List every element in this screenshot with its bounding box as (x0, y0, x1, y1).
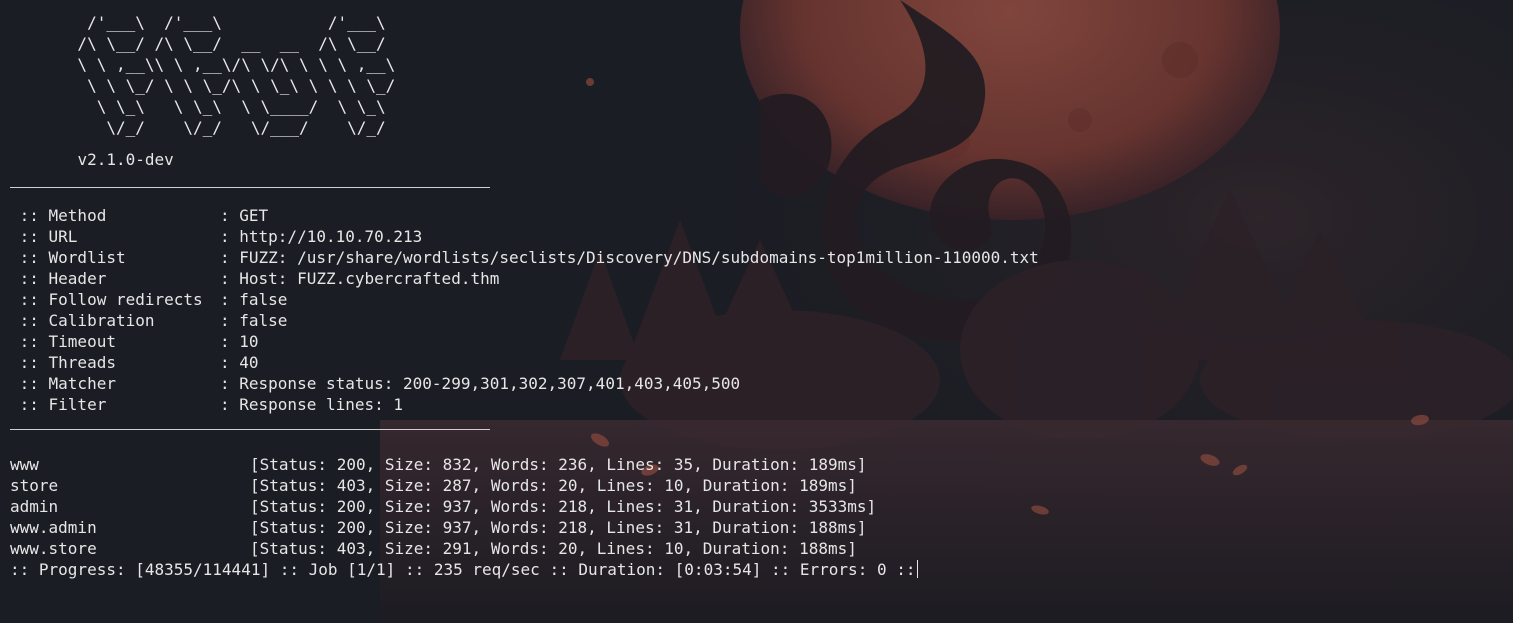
config-threads: :: Threads: 40 (10, 353, 259, 372)
result-row: www.store [Status: 403, Size: 291, Words:… (10, 539, 857, 558)
results-list: www [Status: 200, Size: 832, Words: 236, … (10, 454, 1500, 559)
result-row: admin [Status: 200, Size: 937, Words: 218… (10, 497, 877, 516)
config-list: :: Method: GET :: URL: http://10.10.70.2… (10, 205, 1500, 415)
section-divider (10, 429, 490, 430)
result-row: www [Status: 200, Size: 832, Words: 236, … (10, 455, 867, 474)
result-row: store [Status: 403, Size: 287, Words: 20,… (10, 476, 857, 495)
progress-text: :: Progress: [48355/114441] :: Job [1/1]… (10, 560, 916, 579)
progress-status-line: :: Progress: [48355/114441] :: Job [1/1]… (10, 559, 1500, 580)
config-timeout: :: Timeout: 10 (10, 332, 259, 351)
config-wordlist: :: Wordlist: FUZZ: /usr/share/wordlists/… (10, 248, 1039, 267)
config-header: :: Header: Host: FUZZ.cybercrafted.thm (10, 269, 500, 288)
terminal-output: /'___\ /'___\ /'___\ /\ \__/ /\ \__/ __ … (10, 0, 1500, 580)
version-text: v2.1.0-dev (77, 150, 174, 169)
ffuf-ascii-banner: /'___\ /'___\ /'___\ /\ \__/ /\ \__/ __ … (77, 13, 396, 137)
text-cursor[interactable] (917, 560, 919, 578)
config-follow-redirects: :: Follow redirects: false (10, 290, 288, 309)
config-matcher: :: Matcher: Response status: 200-299,301… (10, 374, 741, 393)
config-url: :: URL: http://10.10.70.213 (10, 227, 423, 246)
result-row: www.admin [Status: 200, Size: 937, Words:… (10, 518, 867, 537)
config-filter: :: Filter: Response lines: 1 (10, 395, 404, 414)
config-method: :: Method: GET (10, 206, 269, 225)
section-divider (10, 187, 490, 188)
config-calibration: :: Calibration: false (10, 311, 288, 330)
